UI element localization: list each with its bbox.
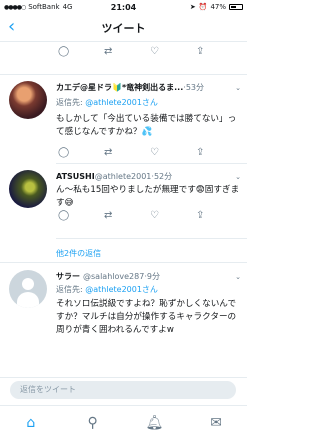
page-title: ツイート	[101, 21, 146, 35]
search-icon[interactable]: ⚲	[78, 415, 108, 431]
like-icon[interactable]: ♡	[150, 147, 159, 158]
retweet-icon[interactable]: ⇄	[104, 210, 112, 221]
tweet-header: カエデ@星ドラ🔰*竜神剣出るま... ·53分 ⌄	[56, 82, 241, 93]
retweet-icon[interactable]: ⇄	[104, 46, 112, 57]
timestamp: ·52分	[151, 172, 173, 181]
reply-icon[interactable]: ◯	[58, 46, 69, 57]
user-handle: @salahlove287	[83, 272, 145, 281]
tweet-header: ATSUSHI @athlete2001 ·52分 ⌄	[56, 171, 241, 182]
divider	[56, 238, 247, 239]
user-handle: @athlete2001	[94, 172, 152, 181]
reply-icon[interactable]: ◯	[58, 210, 69, 221]
chevron-down-icon[interactable]: ⌄	[232, 84, 241, 92]
avatar[interactable]	[9, 170, 47, 208]
avatar[interactable]	[9, 81, 47, 119]
tweet-text: それソロ伝説級ですよね？恥ずかしくないんですか？マルチは自分が操作するキャラクタ…	[56, 299, 237, 335]
reply-to-line: 返信先: @athlete2001さん	[56, 98, 158, 107]
retweet-icon[interactable]: ⇄	[104, 147, 112, 158]
share-icon[interactable]: ⇪	[196, 210, 204, 221]
mention-link[interactable]: @athlete2001さん	[85, 98, 158, 107]
reply-to-line: 返信先: @athlete2001さん	[56, 285, 158, 294]
tab-bar: ⌂ ⚲ 🔔︎ ✉	[0, 405, 247, 440]
mention-link[interactable]: @athlete2001さん	[85, 285, 158, 294]
alarm-icon: ⏰	[198, 3, 208, 11]
share-icon[interactable]: ⇪	[196, 46, 204, 57]
timestamp: ·9分	[144, 272, 160, 281]
divider	[0, 74, 247, 75]
battery-percent: 47%	[210, 3, 226, 11]
mail-icon[interactable]: ✉	[201, 415, 231, 431]
network-label: 4G	[62, 3, 73, 11]
tweet-text: ん〜私も15回やりましたが無理です😨固すぎます😅	[56, 185, 240, 208]
reply-compose-bar: 返信をツイート	[0, 377, 247, 401]
reply-icon[interactable]: ◯	[58, 147, 69, 158]
user-name: サラー	[56, 272, 80, 281]
signal-icon: ●●●●○	[4, 3, 26, 11]
share-icon[interactable]: ⇪	[196, 147, 204, 158]
chevron-left-icon[interactable]: ‹	[8, 18, 15, 36]
battery-icon	[229, 4, 243, 10]
tweet-actions: ◯ ⇄ ♡ ⇪	[0, 44, 247, 66]
avatar[interactable]	[9, 270, 47, 308]
navigation-header: ‹ ツイート	[0, 14, 247, 42]
bell-icon[interactable]: 🔔︎	[139, 415, 169, 431]
chevron-down-icon[interactable]: ⌄	[232, 173, 241, 181]
chevron-down-icon[interactable]: ⌄	[232, 273, 241, 281]
user-name: カエデ@星ドラ🔰*竜神剣出るま...	[56, 83, 184, 92]
tweet-text: もしかして「今出ている装備では勝てない」って感じなんですかね？💦	[56, 114, 237, 137]
user-name: ATSUSHI	[56, 172, 95, 181]
divider	[0, 262, 247, 263]
home-icon[interactable]: ⌂	[16, 415, 46, 431]
location-icon: ➤	[189, 3, 196, 11]
more-replies-link[interactable]: 他2件の返信	[56, 248, 101, 259]
timestamp: ·53分	[183, 83, 204, 92]
carrier-label: SoftBank	[28, 3, 60, 11]
status-bar: ●●●●○ SoftBank 4G 21:04 ➤ ⏰ 47%	[0, 0, 247, 14]
like-icon[interactable]: ♡	[150, 46, 159, 57]
status-time: 21:04	[110, 2, 137, 12]
divider	[56, 163, 247, 164]
reply-input[interactable]: 返信をツイート	[10, 381, 236, 399]
like-icon[interactable]: ♡	[150, 210, 159, 221]
tweet-actions: ◯ ⇄ ♡ ⇪	[0, 208, 247, 230]
tweet-header: サラー @salahlove287 ·9分 ⌄	[56, 271, 241, 282]
